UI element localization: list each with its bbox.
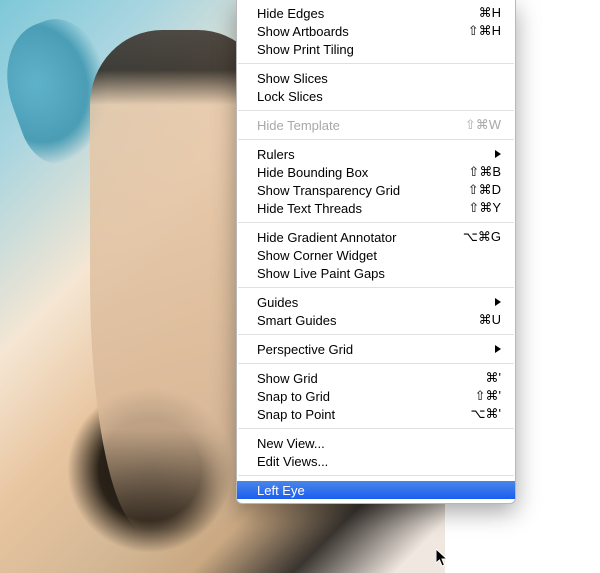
menu-hide-gradient-annotator[interactable]: Hide Gradient Annotator⌥⌘G	[237, 228, 515, 246]
cursor-pointer-icon	[436, 549, 450, 569]
submenu-arrow-icon	[495, 345, 501, 353]
menu-show-corner-widget[interactable]: Show Corner Widget	[237, 246, 515, 264]
menu-hide-template: Hide Template⇧⌘W	[237, 116, 515, 134]
menu-item-label: Left Eye	[257, 483, 501, 498]
menu-item-label: Snap to Grid	[257, 389, 475, 404]
menu-separator	[238, 363, 514, 364]
menu-item-label: Show Print Tiling	[257, 42, 501, 57]
menu-item-label: Guides	[257, 295, 487, 310]
menu-item-shortcut: ⇧⌘'	[475, 388, 501, 404]
menu-item-label: Snap to Point	[257, 407, 471, 422]
menu-separator	[238, 475, 514, 476]
menu-show-artboards[interactable]: Show Artboards⇧⌘H	[237, 22, 515, 40]
menu-snap-to-point[interactable]: Snap to Point⌥⌘'	[237, 405, 515, 423]
menu-item-shortcut: ⌘'	[486, 370, 501, 386]
menu-show-transparency-grid[interactable]: Show Transparency Grid⇧⌘D	[237, 181, 515, 199]
menu-show-grid[interactable]: Show Grid⌘'	[237, 369, 515, 387]
menu-left-eye[interactable]: Left Eye	[237, 481, 515, 499]
menu-item-label: Hide Gradient Annotator	[257, 230, 463, 245]
submenu-arrow-icon	[495, 150, 501, 158]
menu-separator	[238, 334, 514, 335]
menu-item-label: Hide Template	[257, 118, 465, 133]
menu-item-shortcut: ⇧⌘D	[468, 182, 501, 198]
menu-item-label: Show Live Paint Gaps	[257, 266, 501, 281]
menu-lock-slices[interactable]: Lock Slices	[237, 87, 515, 105]
menu-item-shortcut: ⌘U	[479, 312, 501, 328]
menu-show-print-tiling[interactable]: Show Print Tiling	[237, 40, 515, 58]
menu-item-shortcut: ⌥⌘G	[463, 229, 501, 245]
menu-item-label: Show Grid	[257, 371, 486, 386]
menu-item-label: Hide Edges	[257, 6, 479, 21]
menu-show-slices[interactable]: Show Slices	[237, 69, 515, 87]
menu-guides[interactable]: Guides	[237, 293, 515, 311]
menu-separator	[238, 222, 514, 223]
menu-hide-bounding-box[interactable]: Hide Bounding Box⇧⌘B	[237, 163, 515, 181]
menu-item-shortcut: ⇧⌘B	[468, 164, 501, 180]
menu-item-label: Smart Guides	[257, 313, 479, 328]
menu-separator	[238, 287, 514, 288]
menu-separator	[238, 63, 514, 64]
menu-hide-edges[interactable]: Hide Edges⌘H	[237, 4, 515, 22]
menu-item-label: Hide Text Threads	[257, 201, 468, 216]
menu-item-label: Show Slices	[257, 71, 501, 86]
menu-item-label: New View...	[257, 436, 501, 451]
view-menu-dropdown: Hide Edges⌘HShow Artboards⇧⌘HShow Print …	[236, 0, 516, 504]
menu-item-shortcut: ⇧⌘H	[468, 23, 501, 39]
menu-separator	[238, 110, 514, 111]
menu-item-shortcut: ⇧⌘W	[465, 117, 501, 133]
menu-perspective-grid[interactable]: Perspective Grid	[237, 340, 515, 358]
menu-separator	[238, 139, 514, 140]
menu-item-label: Show Artboards	[257, 24, 468, 39]
submenu-arrow-icon	[495, 298, 501, 306]
menu-item-label: Rulers	[257, 147, 487, 162]
menu-item-label: Show Transparency Grid	[257, 183, 468, 198]
menu-smart-guides[interactable]: Smart Guides⌘U	[237, 311, 515, 329]
menu-item-shortcut: ⇧⌘Y	[468, 200, 501, 216]
menu-item-shortcut: ⌘H	[479, 5, 501, 21]
menu-edit-views[interactable]: Edit Views...	[237, 452, 515, 470]
menu-item-label: Hide Bounding Box	[257, 165, 468, 180]
menu-hide-text-threads[interactable]: Hide Text Threads⇧⌘Y	[237, 199, 515, 217]
menu-snap-to-grid[interactable]: Snap to Grid⇧⌘'	[237, 387, 515, 405]
menu-item-label: Perspective Grid	[257, 342, 487, 357]
menu-new-view[interactable]: New View...	[237, 434, 515, 452]
menu-show-live-paint-gaps[interactable]: Show Live Paint Gaps	[237, 264, 515, 282]
menu-item-label: Edit Views...	[257, 454, 501, 469]
menu-rulers[interactable]: Rulers	[237, 145, 515, 163]
menu-separator	[238, 428, 514, 429]
menu-item-label: Lock Slices	[257, 89, 501, 104]
menu-item-label: Show Corner Widget	[257, 248, 501, 263]
menu-item-shortcut: ⌥⌘'	[471, 406, 501, 422]
